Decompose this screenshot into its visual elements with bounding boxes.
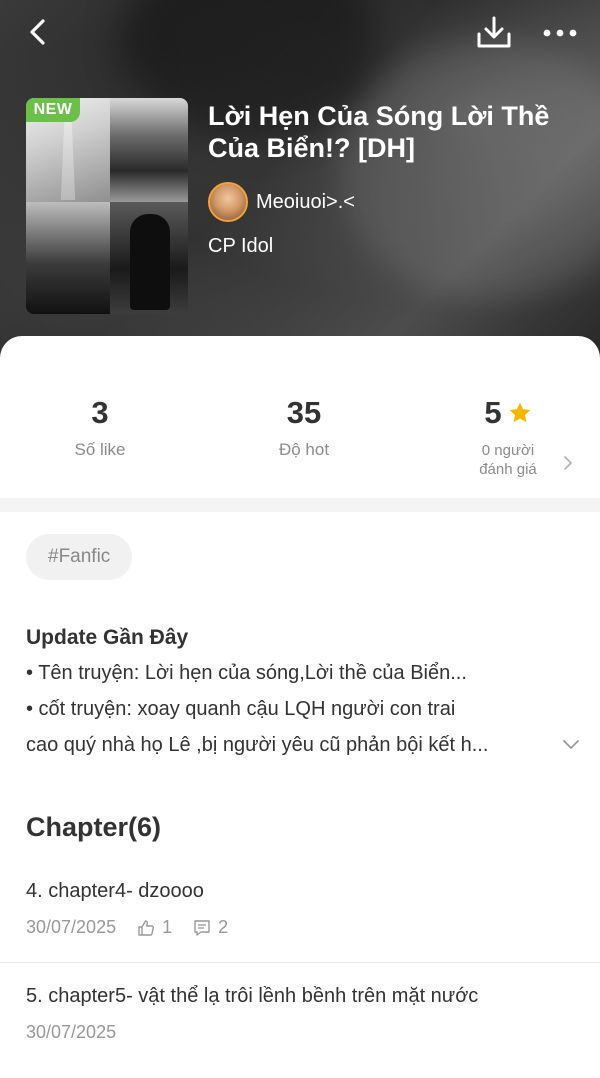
chapter-meta: 30/07/2025 1 2 (26, 917, 574, 938)
chapter-title[interactable]: 4. chapter4- dzoooo (26, 877, 574, 905)
rating-count-label: 0 người (481, 442, 535, 459)
hot-label: Độ hot (278, 440, 330, 459)
rating-label: 0 người đánh giá (458, 441, 558, 479)
back-button[interactable] (22, 14, 58, 50)
chapter-item[interactable]: 5. chapter5- vật thể lạ trôi lềnh bềnh t… (26, 982, 574, 1043)
likes-label: Số like (74, 440, 126, 459)
hot-count: 35 (286, 395, 322, 430)
description-line: • Tên truyện: Lời hẹn của sóng,Lời thề c… (26, 662, 467, 684)
chevron-right-icon[interactable] (562, 455, 574, 471)
description-line: • cốt truyện: xoay quanh cậu LQH người c… (26, 698, 456, 720)
chapter-meta: 30/07/2025 (26, 1022, 574, 1043)
chapter-item[interactable]: 4. chapter4- dzoooo 30/07/2025 1 2 (26, 877, 574, 938)
thumbs-up-icon (138, 919, 155, 936)
chapter-likes: 1 (162, 917, 173, 937)
rating-value-row: 5 (458, 395, 558, 431)
more-dots-icon (543, 29, 577, 37)
top-bar (0, 0, 600, 64)
row-divider (0, 962, 600, 963)
author-name[interactable]: Meoiuoi>.< (256, 191, 355, 214)
rating-caption-label: đánh giá (479, 461, 537, 478)
chapter-comments: 2 (218, 917, 229, 937)
story-cover-image[interactable] (26, 98, 188, 314)
chevron-down-icon[interactable] (561, 737, 581, 753)
more-options-button[interactable] (540, 18, 580, 48)
hero-blur-highlight (340, 40, 600, 300)
chapter-date: 30/07/2025 (26, 917, 117, 937)
story-category[interactable]: CP Idol (208, 235, 273, 258)
rating-value: 5 (484, 395, 502, 430)
author-avatar[interactable] (208, 182, 248, 222)
cover-tie-shape (60, 120, 76, 200)
stat-rating[interactable]: 5 0 người đánh giá (458, 395, 558, 479)
likes-count: 3 (91, 395, 109, 430)
chapters-heading: Chapter(6) (26, 812, 162, 842)
download-button[interactable] (474, 14, 514, 52)
description-line: cao quý nhà họ Lê ,bị người yêu cũ phản … (26, 734, 489, 756)
chapter-title[interactable]: 5. chapter5- vật thể lạ trôi lềnh bềnh t… (26, 982, 574, 1010)
download-icon (477, 16, 511, 48)
cover-panel (26, 202, 110, 314)
tag-chip[interactable]: #Fanfic (26, 534, 133, 580)
star-icon (509, 402, 531, 423)
comment-icon (194, 919, 210, 936)
back-arrow-icon (30, 19, 45, 45)
story-title: Lời Hẹn Của Sóng Lời Thề Của Biển!? [DH] (208, 101, 550, 163)
update-heading: Update Gần Đây (26, 626, 189, 649)
section-divider (0, 498, 600, 512)
cover-panel (110, 98, 188, 202)
new-badge: NEW (26, 98, 80, 122)
cover-person-silhouette (130, 214, 170, 310)
chapter-date: 30/07/2025 (26, 1022, 117, 1042)
author-row[interactable]: Meoiuoi>.< (208, 181, 355, 223)
stat-likes: 3 Số like (50, 395, 150, 461)
stat-hot: 35 Độ hot (254, 395, 354, 461)
